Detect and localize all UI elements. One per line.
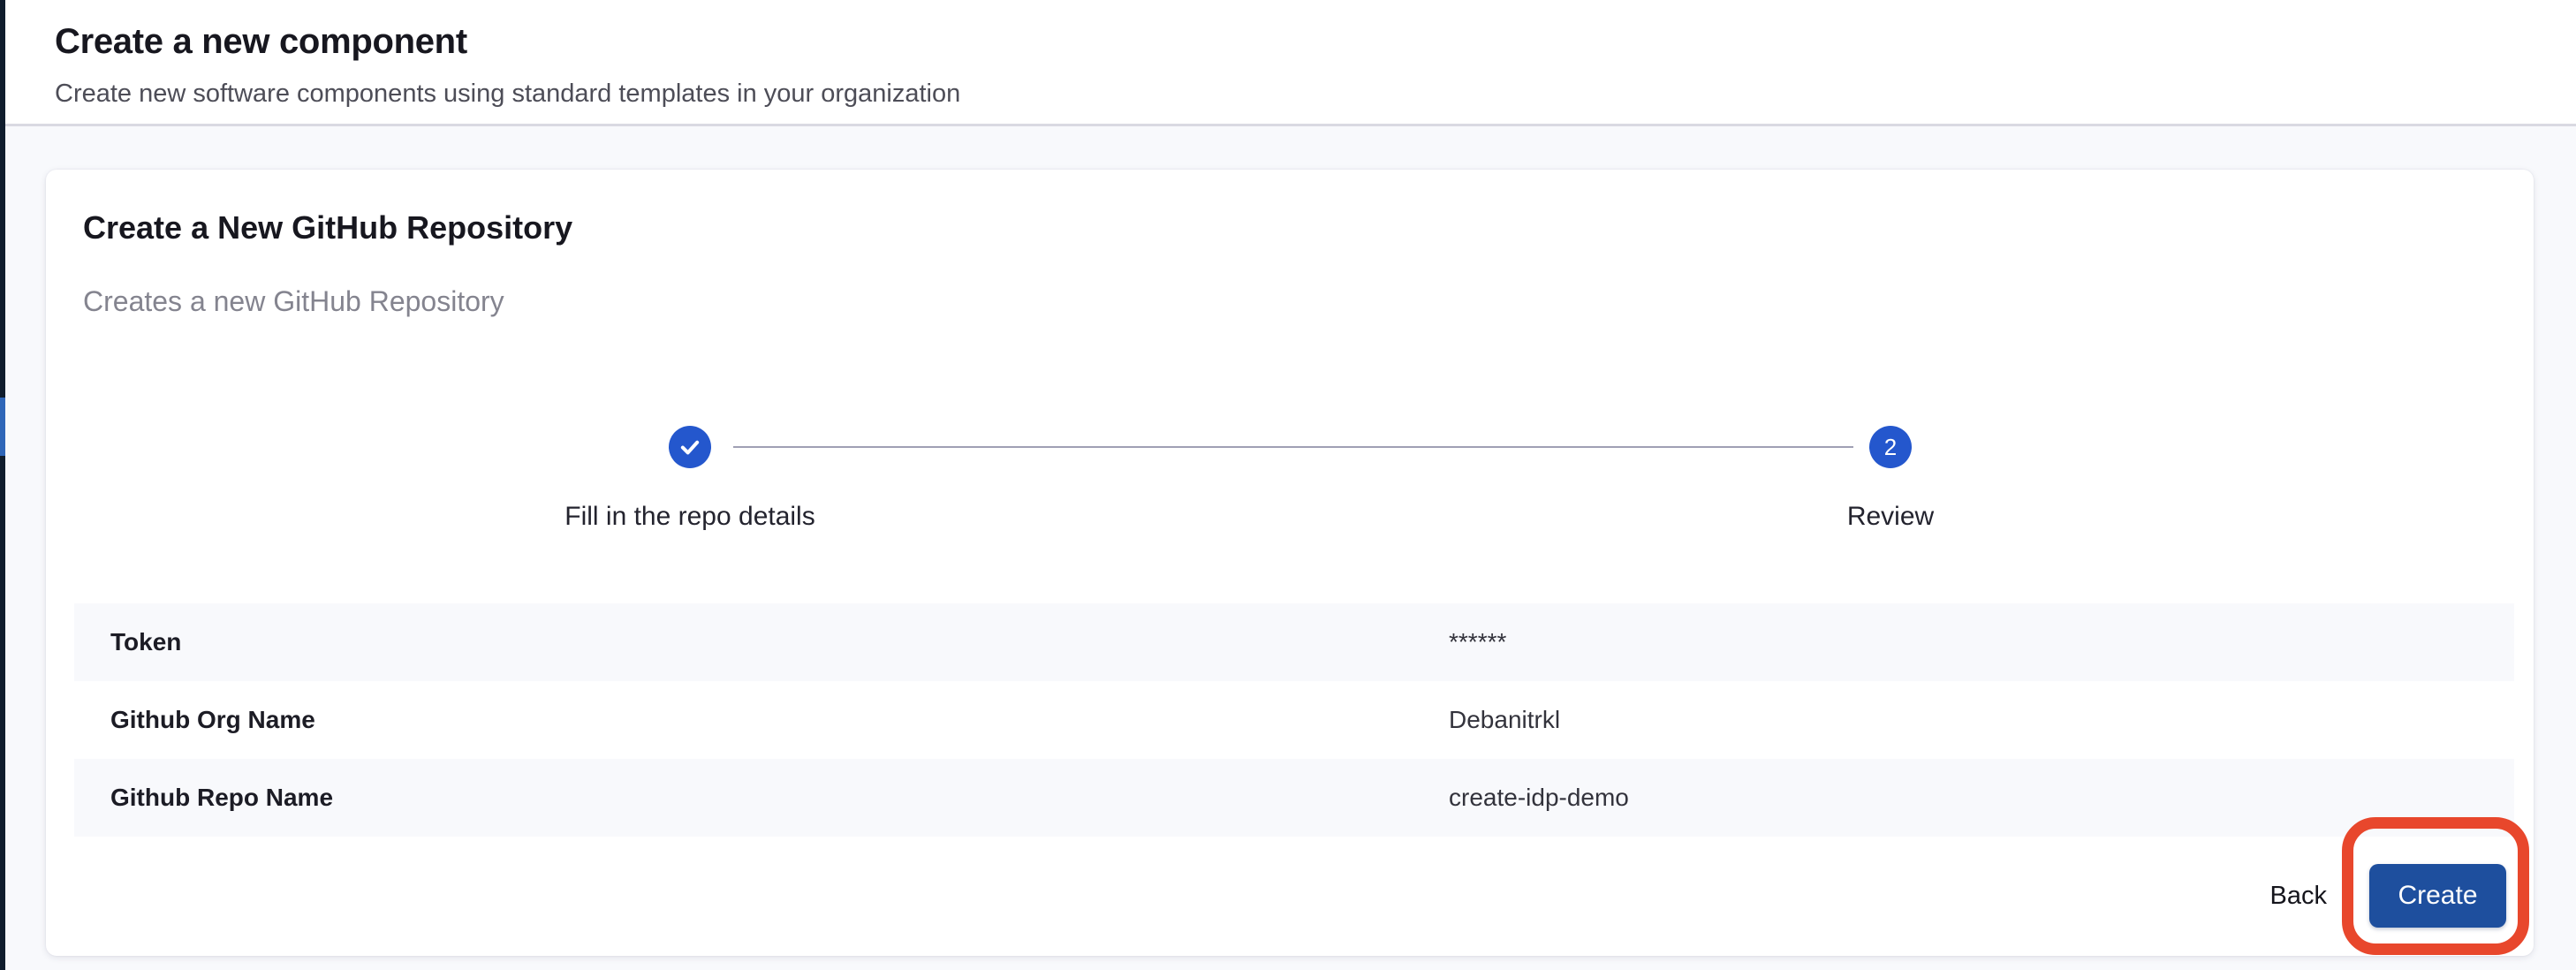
stepper: 2 Fill in the repo details Review [46,426,2534,539]
table-row: Github Repo Name create-idp-demo [74,759,2514,837]
row-value-github-org-name: Debanitrkl [1449,706,1560,734]
stepper-connector [733,446,1853,448]
table-row: Github Org Name Debanitrkl [74,681,2514,759]
review-table: Token ****** Github Org Name Debanitrkl … [74,603,2514,837]
page-title: Create a new component [55,19,2576,64]
create-button-wrapper: Create [2369,864,2506,928]
step-2-label: Review [1661,502,2120,532]
page-root: Create a new component Create new softwa… [0,0,2576,970]
row-label-github-repo-name: Github Repo Name [74,784,1449,812]
step-2-number: 2 [1884,434,1897,461]
back-button[interactable]: Back [2249,869,2348,923]
collapsed-sidebar-edge [0,0,5,970]
row-value-github-repo-name: create-idp-demo [1449,784,1629,812]
table-row: Token ****** [74,603,2514,681]
template-wizard-card: Create a New GitHub Repository Creates a… [46,170,2534,956]
row-label-token: Token [74,628,1449,656]
step-1-completed-badge [669,426,711,468]
sidebar-active-indicator[interactable] [0,398,5,456]
create-button[interactable]: Create [2369,864,2506,928]
wizard-actions: Back Create [46,864,2534,928]
row-label-github-org-name: Github Org Name [74,706,1449,734]
page-header: Create a new component Create new softwa… [5,0,2576,126]
card-subtitle: Creates a new GitHub Repository [46,284,2534,318]
card-title: Create a New GitHub Repository [46,170,2534,247]
check-icon [678,435,702,459]
step-2-number-badge: 2 [1869,426,1912,468]
page-subtitle: Create new software components using sta… [55,78,2576,110]
row-value-token: ****** [1449,628,1506,656]
step-1-label: Fill in the repo details [460,502,920,532]
